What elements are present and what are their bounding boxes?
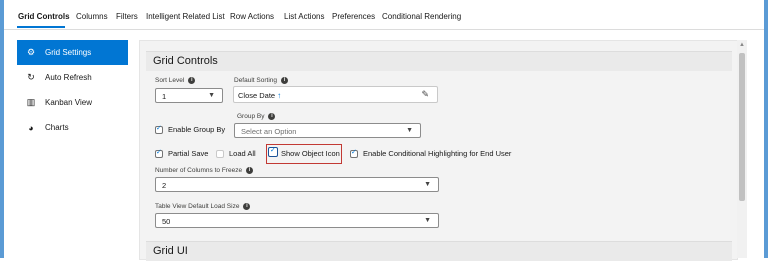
group-by-select[interactable]: Select an Option ▼ <box>234 123 421 138</box>
window-edge-right <box>764 0 768 258</box>
section-title: Grid Controls <box>153 55 218 67</box>
tab-bar: Grid Controls Columns Filters Intelligen… <box>4 0 764 30</box>
columns-to-freeze-select[interactable]: 2 ▼ <box>155 177 439 192</box>
kanban-icon: ▥ <box>26 97 36 107</box>
tab-list-actions[interactable]: List Actions <box>284 12 324 21</box>
tab-conditional-rendering[interactable]: Conditional Rendering <box>382 12 461 21</box>
refresh-icon: ↻ <box>27 72 35 82</box>
sidebar-item-grid-settings[interactable]: ⚙ Grid Settings <box>17 40 128 65</box>
show-object-icon-checkbox-box[interactable] <box>268 146 278 157</box>
default-sorting-field[interactable]: Close Date ↑ ✎ <box>233 86 438 103</box>
sidebar-item-label: Kanban View <box>45 98 92 107</box>
sidebar-item-auto-refresh[interactable]: ↻ Auto Refresh <box>17 65 128 90</box>
scrollbar-thumb[interactable] <box>739 53 745 201</box>
table-view-load-size-label: Table View Default Load Size i <box>155 203 251 210</box>
tab-preferences[interactable]: Preferences <box>332 12 375 21</box>
tab-columns[interactable]: Columns <box>76 12 108 21</box>
table-view-load-size-select[interactable]: 50 ▼ <box>155 213 439 228</box>
section-header-grid-controls: Grid Controls <box>146 51 732 71</box>
group-by-label: Group By i <box>237 113 276 120</box>
window-edge-left <box>0 0 4 258</box>
default-sorting-label: Default Sorting i <box>234 77 288 84</box>
conditional-highlighting-checkbox[interactable]: Enable Conditional Highlighting for End … <box>350 148 511 158</box>
enable-group-by-checkbox[interactable]: Enable Group By <box>155 124 225 134</box>
sidebar-item-charts[interactable]: ◕ Charts <box>17 115 128 140</box>
columns-to-freeze-label: Number of Columns to Freeze i <box>155 167 254 174</box>
tab-grid-controls[interactable]: Grid Controls <box>18 12 70 21</box>
section-title: Grid UI <box>153 245 188 257</box>
show-object-icon-checkbox[interactable]: Show Object Icon <box>281 149 340 158</box>
sort-level-select[interactable]: 1 ▼ <box>155 88 223 103</box>
chevron-down-icon: ▼ <box>208 92 215 99</box>
gear-icon: ⚙ <box>26 47 36 57</box>
section-header-grid-ui: Grid UI <box>146 241 732 261</box>
pie-chart-icon: ◕ <box>28 122 34 133</box>
edit-pencil-icon[interactable]: ✎ <box>421 89 429 100</box>
chevron-down-icon: ▼ <box>424 181 431 188</box>
info-icon: i <box>268 113 276 120</box>
partial-save-checkbox[interactable]: Partial Save <box>155 148 208 158</box>
info-icon: i <box>188 77 196 84</box>
checkbox-unchecked[interactable] <box>216 149 224 158</box>
sidebar-item-kanban-view[interactable]: ▥ Kanban View <box>17 90 128 115</box>
info-icon: i <box>281 77 288 84</box>
checkbox-checked[interactable] <box>155 148 163 158</box>
scroll-up-arrow-icon[interactable]: ▲ <box>739 42 745 48</box>
checkbox-checked[interactable] <box>155 124 163 134</box>
tab-row-actions[interactable]: Row Actions <box>230 12 274 21</box>
sort-ascending-arrow-icon: ↑ <box>277 91 282 100</box>
active-tab-indicator <box>17 26 65 28</box>
load-all-checkbox[interactable]: Load All <box>216 149 256 158</box>
default-sorting-value: Close Date ↑ <box>238 91 282 100</box>
sidebar-item-label: Auto Refresh <box>45 73 92 82</box>
settings-sidebar: ⚙ Grid Settings ↻ Auto Refresh ▥ Kanban … <box>17 40 128 140</box>
tab-filters[interactable]: Filters <box>116 12 138 21</box>
sidebar-item-label: Grid Settings <box>45 48 92 57</box>
chevron-down-icon: ▼ <box>424 217 431 224</box>
info-icon: i <box>243 203 251 210</box>
sort-level-label: Sort Level i <box>155 77 196 84</box>
info-icon: i <box>246 167 254 174</box>
tab-intelligent-related-list[interactable]: Intelligent Related List <box>146 12 225 21</box>
vertical-scrollbar[interactable]: ▲ <box>737 40 747 258</box>
sidebar-item-label: Charts <box>45 123 69 132</box>
checkbox-checked[interactable] <box>350 148 358 158</box>
chevron-down-icon: ▼ <box>406 127 413 134</box>
